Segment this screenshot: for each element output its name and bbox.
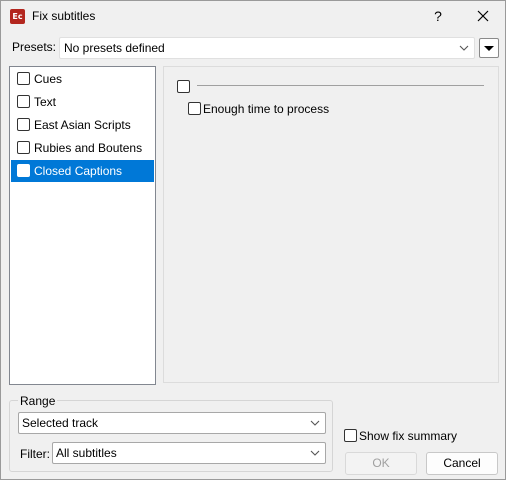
track-dropdown[interactable]: Selected track [18, 412, 326, 434]
presets-label: Presets: [12, 40, 57, 54]
triangle-down-icon [484, 46, 494, 51]
category-label: East Asian Scripts [34, 118, 131, 132]
fix-category-list[interactable]: Cues Text East Asian Scripts Rubies and … [9, 66, 156, 385]
category-label: Cues [34, 72, 63, 86]
category-checkbox[interactable] [17, 164, 30, 177]
category-checkbox[interactable] [17, 118, 30, 131]
category-checkbox[interactable] [17, 141, 30, 154]
title-bar: Ec Fix subtitles ? [1, 1, 505, 32]
category-label: Text [34, 95, 57, 109]
closed-captions-group-checkbox[interactable] [177, 80, 190, 93]
fix-subtitles-dialog: Ec Fix subtitles ? Presets: No presets d… [0, 0, 506, 480]
window-title: Fix subtitles [32, 9, 96, 23]
filter-dropdown[interactable]: All subtitles [52, 442, 326, 464]
cancel-button[interactable]: Cancel [426, 452, 498, 475]
show-fix-summary-label: Show fix summary [359, 429, 458, 443]
presets-menu-button[interactable] [479, 38, 499, 58]
category-checkbox[interactable] [17, 72, 30, 85]
category-item-closed-captions[interactable]: Closed Captions [11, 160, 154, 182]
chevron-down-icon [459, 45, 469, 51]
enough-time-label: Enough time to process [203, 102, 330, 116]
app-logo-icon: Ec [10, 9, 25, 24]
chevron-down-icon [310, 420, 320, 426]
fix-options-panel: Enough time to process [163, 66, 499, 383]
category-item-rubies-and-boutens[interactable]: Rubies and Boutens [11, 137, 154, 159]
category-item-text[interactable]: Text [11, 91, 154, 113]
close-icon [477, 10, 489, 22]
chevron-down-icon [310, 450, 320, 456]
category-label: Closed Captions [34, 164, 123, 178]
filter-label: Filter: [20, 447, 50, 461]
enough-time-checkbox[interactable] [188, 102, 201, 115]
presets-dropdown-value: No presets defined [64, 41, 165, 55]
category-item-cues[interactable]: Cues [11, 68, 154, 90]
group-divider [197, 85, 484, 86]
presets-dropdown[interactable]: No presets defined [59, 37, 475, 59]
filter-dropdown-value: All subtitles [56, 446, 117, 460]
track-dropdown-value: Selected track [22, 416, 99, 430]
range-group-label: Range [18, 394, 58, 408]
category-label: Rubies and Boutens [34, 141, 143, 155]
close-button[interactable] [471, 5, 495, 27]
show-fix-summary-checkbox[interactable] [344, 429, 357, 442]
category-item-east-asian-scripts[interactable]: East Asian Scripts [11, 114, 154, 136]
help-button[interactable]: ? [427, 5, 449, 27]
category-checkbox[interactable] [17, 95, 30, 108]
ok-button[interactable]: OK [345, 452, 417, 475]
